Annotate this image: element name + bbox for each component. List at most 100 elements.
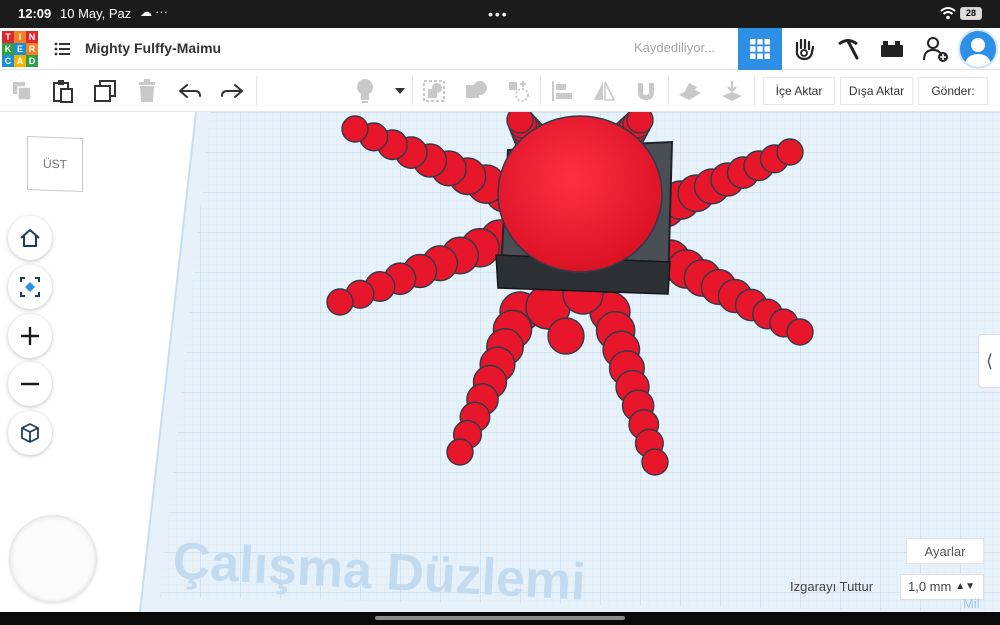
tentacle-segment [786, 318, 814, 346]
mirror-button[interactable] [590, 77, 618, 105]
import-button[interactable]: İçe Aktar [763, 77, 835, 105]
undo-button[interactable] [176, 77, 204, 105]
projection-button[interactable] [8, 411, 52, 455]
logo-tile: K [2, 43, 14, 55]
home-icon [20, 229, 40, 247]
toolbar-divider [540, 76, 541, 106]
group-button[interactable] [420, 77, 448, 105]
duplicate-icon [94, 80, 116, 102]
plus-icon [21, 327, 39, 345]
tentacle-segment [626, 112, 654, 134]
bricks-button[interactable] [870, 28, 914, 70]
cruise-button[interactable] [632, 77, 660, 105]
project-title[interactable]: Mighty Fulffy-Maimu [85, 40, 221, 56]
toolbar-divider [412, 76, 413, 106]
zoom-out-button[interactable] [8, 362, 52, 406]
orbit-joystick[interactable] [9, 515, 97, 603]
cloud-icon: ☁ [140, 5, 152, 19]
date: 10 May, Paz [60, 6, 132, 21]
paste-icon [53, 80, 73, 103]
toolbar-divider [754, 76, 755, 106]
duplicate-button[interactable] [91, 77, 119, 105]
tentacle-segment [641, 448, 669, 476]
logo-tile: A [14, 55, 26, 67]
logo-tile: C [2, 55, 14, 67]
unit-label: Mil [963, 596, 980, 611]
workplane-button[interactable] [676, 77, 704, 105]
paste-button[interactable] [49, 77, 77, 105]
group-icon [423, 80, 445, 102]
pickaxe-icon [838, 39, 859, 60]
workplane-scene[interactable]: Çalışma Düzlemi [0, 112, 1000, 612]
hand-icon [795, 38, 815, 61]
tentacle-segment [446, 438, 474, 466]
send-to-button[interactable]: Gönder: [918, 77, 988, 105]
view-cube[interactable]: ÜST [27, 136, 83, 192]
mirror-icon [594, 81, 616, 101]
tentacle-segment [776, 138, 804, 166]
align-button[interactable] [548, 77, 576, 105]
grid-icon [750, 39, 770, 59]
ungroup-icon [466, 81, 487, 98]
trash-icon [139, 79, 155, 102]
lightbulb-icon [357, 79, 373, 103]
export-button[interactable]: Dışa Aktar [840, 77, 913, 105]
snap-grid-value: 1,0 mm [908, 579, 952, 594]
ungroup-button[interactable] [462, 77, 490, 105]
tentacle-segment [506, 112, 534, 134]
circuits-button[interactable] [782, 28, 826, 70]
redo-button[interactable] [218, 77, 246, 105]
shapes-panel-toggle[interactable]: ⟨ [978, 334, 1000, 388]
minecraft-button[interactable] [826, 28, 870, 70]
multitasking-handle[interactable]: ••• [488, 6, 509, 22]
sparkle-icon [509, 81, 529, 102]
snap-grid-label: Izgarayı Tuttur [790, 579, 874, 594]
chevron-left-icon: ⟨ [985, 350, 994, 371]
clock: 12:09 [18, 6, 52, 21]
delete-button[interactable] [133, 77, 161, 105]
logo-tile: D [26, 55, 38, 67]
toolbar-divider [668, 76, 669, 106]
toolbar-divider [256, 76, 257, 106]
settings-button[interactable]: Ayarlar [906, 538, 984, 564]
fit-icon [20, 277, 40, 297]
home-indicator[interactable] [375, 616, 625, 620]
menu-icon[interactable] [54, 42, 70, 56]
redo-icon [221, 84, 243, 98]
minus-icon [21, 382, 39, 386]
save-status: Kaydediliyor... [634, 40, 715, 55]
workplane-icon [679, 83, 701, 100]
zoom-in-button[interactable] [8, 314, 52, 358]
home-view-button[interactable] [8, 216, 52, 260]
logo-tile: T [2, 31, 14, 43]
logo-tile: N [26, 31, 38, 43]
wireframe-button[interactable] [504, 77, 532, 105]
caret-down-icon [395, 88, 405, 94]
undo-icon [179, 84, 201, 98]
align-icon [552, 81, 572, 101]
3d-view-button[interactable] [738, 28, 782, 70]
status-bar: 12:09 10 May, Paz ☁ ··· ••• 28 [0, 0, 1000, 28]
tinkercad-logo[interactable]: TINKERCAD [2, 31, 40, 67]
logo-tile: E [14, 43, 26, 55]
drop-button[interactable] [718, 77, 746, 105]
brick-icon [881, 41, 903, 57]
user-avatar[interactable] [958, 29, 998, 69]
workplane-viewport[interactable]: Çalışma Düzlemi [0, 112, 1000, 612]
tinkercad-app: 12:09 10 May, Paz ☁ ··· ••• 28 TINKERCAD… [0, 0, 1000, 625]
tentacle-segment [341, 115, 369, 143]
tentacle-segment [326, 288, 354, 316]
logo-tile: R [26, 43, 38, 55]
cube-icon [21, 423, 39, 443]
logo-tile: I [14, 31, 26, 43]
notes-button[interactable] [351, 77, 379, 105]
sphere-head [497, 115, 663, 273]
add-user-icon [923, 37, 948, 62]
fit-view-button[interactable] [8, 265, 52, 309]
avatar-icon [964, 38, 992, 67]
notes-dropdown[interactable] [386, 77, 414, 105]
wifi-icon [940, 7, 956, 20]
invite-button[interactable] [914, 28, 958, 70]
copy-button[interactable] [8, 77, 36, 105]
copy-icon [13, 82, 32, 101]
